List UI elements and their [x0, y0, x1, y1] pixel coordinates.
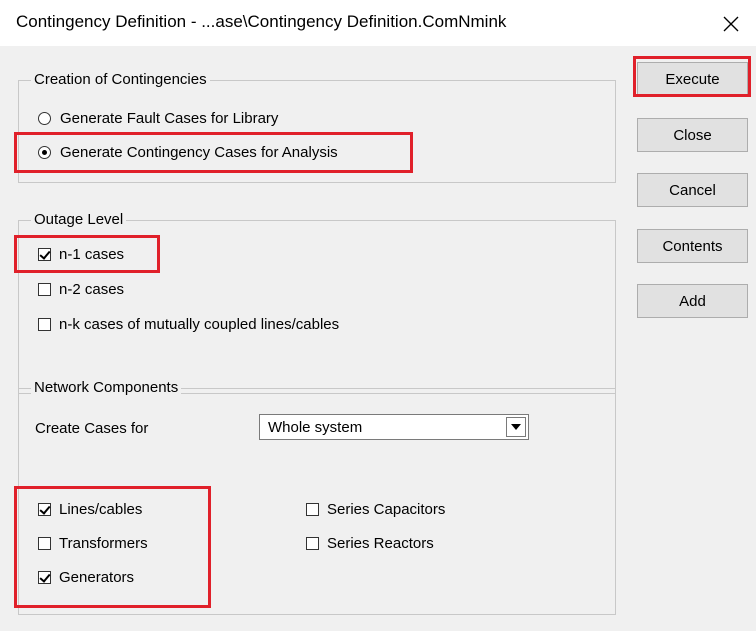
create-cases-dropdown[interactable]: Whole system: [259, 414, 529, 440]
contents-button[interactable]: Contents: [637, 229, 748, 263]
checkbox-transformers[interactable]: Transformers: [38, 533, 148, 553]
checkbox-label: n-1 cases: [59, 245, 125, 263]
checkbox-indicator[interactable]: [38, 536, 51, 550]
radio-generate-contingency-cases[interactable]: Generate Contingency Cases for Analysis: [38, 142, 338, 162]
checkbox-n1-cases[interactable]: n-1 cases: [38, 244, 124, 264]
checkbox-label: n-k cases of mutually coupled lines/cabl…: [59, 315, 340, 333]
checkbox-series-reactors[interactable]: Series Reactors: [306, 533, 434, 553]
close-icon: [723, 16, 739, 32]
checkbox-lines-cables[interactable]: Lines/cables: [38, 499, 142, 519]
chevron-down-icon: [511, 424, 521, 430]
checkbox-n2-cases[interactable]: n-2 cases: [38, 279, 124, 299]
radio-indicator[interactable]: [38, 111, 51, 125]
title-bar: Contingency Definition - ...ase\Continge…: [0, 0, 756, 46]
creation-group: Creation of Contingencies: [18, 71, 616, 183]
checkbox-series-capacitors[interactable]: Series Capacitors: [306, 499, 445, 519]
checkbox-indicator[interactable]: [306, 536, 319, 550]
checkbox-nk-cases[interactable]: n-k cases of mutually coupled lines/cabl…: [38, 314, 339, 334]
checkbox-generators[interactable]: Generators: [38, 567, 134, 587]
network-components-group-title: Network Components: [31, 379, 182, 396]
create-cases-label: Create Cases for: [35, 420, 149, 437]
checkbox-label: Transformers: [59, 534, 148, 552]
outage-level-group-title: Outage Level: [31, 211, 127, 228]
checkbox-label: Series Capacitors: [327, 500, 446, 518]
radio-label: Generate Contingency Cases for Analysis: [60, 143, 338, 161]
close-window-button[interactable]: [716, 10, 746, 38]
radio-label: Generate Fault Cases for Library: [60, 109, 279, 127]
dropdown-value: Whole system: [268, 418, 363, 436]
checkbox-label: Series Reactors: [327, 534, 434, 552]
checkbox-indicator-checked[interactable]: [38, 570, 51, 584]
radio-generate-fault-cases[interactable]: Generate Fault Cases for Library: [38, 108, 278, 128]
close-button[interactable]: Close: [637, 118, 748, 152]
checkbox-label: n-2 cases: [59, 280, 125, 298]
cancel-button[interactable]: Cancel: [637, 173, 748, 207]
add-button[interactable]: Add: [637, 284, 748, 318]
checkbox-indicator-checked[interactable]: [38, 502, 51, 516]
checkbox-indicator[interactable]: [306, 502, 319, 516]
checkbox-indicator[interactable]: [38, 282, 51, 296]
checkbox-label: Generators: [59, 568, 135, 586]
execute-button[interactable]: Execute: [637, 62, 748, 96]
dialog-body: Creation of Contingencies Generate Fault…: [0, 46, 756, 631]
checkbox-label: Lines/cables: [59, 500, 143, 518]
radio-indicator-selected[interactable]: [38, 145, 51, 159]
window-title: Contingency Definition - ...ase\Continge…: [16, 12, 507, 31]
checkbox-indicator[interactable]: [38, 317, 51, 331]
creation-group-title: Creation of Contingencies: [31, 71, 210, 88]
dropdown-arrow-button[interactable]: [506, 417, 526, 437]
checkbox-indicator-checked[interactable]: [38, 247, 51, 261]
